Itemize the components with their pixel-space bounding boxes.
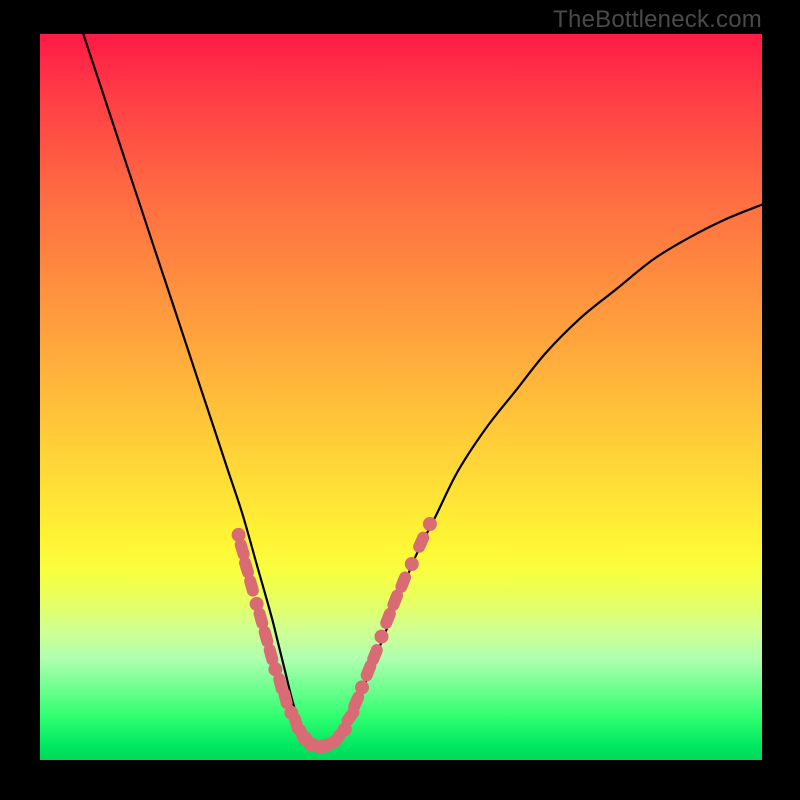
data-pill: [411, 530, 431, 555]
curve-svg: [40, 34, 762, 760]
watermark-text: TheBottleneck.com: [553, 6, 762, 34]
bottleneck-curve: [83, 34, 762, 746]
plot-area: [40, 34, 762, 760]
data-point: [355, 680, 369, 694]
chart-container: TheBottleneck.com: [0, 0, 800, 800]
data-point: [375, 630, 389, 644]
data-markers: [232, 517, 437, 756]
data-point: [405, 557, 419, 571]
data-point: [423, 517, 437, 531]
